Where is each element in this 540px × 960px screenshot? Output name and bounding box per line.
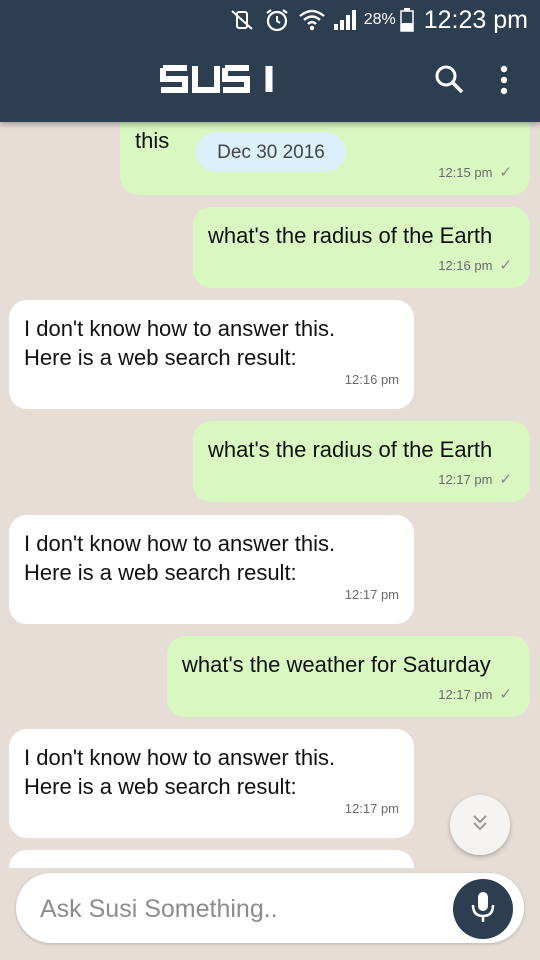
message-time: 12:17 pm [344,587,399,602]
message-input[interactable] [38,873,442,945]
message-time: 12:15 pm [438,165,493,180]
status-time: 12:23 pm [423,5,528,34]
date-chip: Dec 30 2016 [196,132,346,172]
overflow-menu-button[interactable] [492,64,516,96]
signal-icon [332,8,358,32]
user-message[interactable]: what's the radius of the Earth 12:16 pm ✓ [193,207,530,288]
message-text: what's the weather for Saturday [182,652,491,677]
mic-button[interactable] [453,879,513,939]
search-button[interactable] [432,62,468,98]
alarm-icon [264,7,290,33]
message-text: what's the radius of the Earth [208,437,493,462]
user-message[interactable]: this Dec 30 2016 12:15 pm ✓ [120,122,530,195]
more-vert-icon [492,65,516,100]
chevron-double-down-icon [468,811,492,840]
message-text: I don't know how to answer this. Here is… [24,531,336,585]
message-text: I don't know how to answer this. Here is… [24,745,336,799]
message-time: 12:17 pm [438,687,493,702]
user-message[interactable]: what's the radius of the Earth 12:17 pm ✓ [193,421,530,502]
susi-logo [159,62,281,96]
message-time: 12:17 pm [438,472,493,487]
sent-check-icon: ✓ [499,164,512,181]
search-icon [432,65,468,102]
battery-icon [400,8,414,32]
bot-message[interactable]: I don't know how to answer this. Here is… [9,300,414,409]
sent-check-icon: ✓ [499,686,512,703]
user-message[interactable]: what's the weather for Saturday 12:17 pm… [167,636,530,717]
bot-message[interactable]: I don't know how to answer this. Here is… [9,515,414,624]
message-text: I don't know how to answer this. Here is… [24,316,336,370]
chat-history[interactable]: this Dec 30 2016 12:15 pm ✓ what's the ra… [0,122,540,868]
message-time: 12:16 pm [438,258,493,273]
message-text: this [135,128,170,153]
message-time: 12:16 pm [344,372,399,387]
scroll-to-bottom-button[interactable] [450,795,510,855]
mic-icon [470,890,496,929]
sent-check-icon: ✓ [499,471,512,488]
message-time: 12:17 pm [344,801,399,816]
battery-percent: 28% [363,11,396,28]
status-bar: 28% 12:23 pm [0,0,540,40]
message-composer [16,873,524,945]
bot-message[interactable]: I don't know how to answer this. Here is… [9,729,414,838]
wifi-icon [298,8,326,32]
bot-message-partial [9,850,414,868]
app-bar: 28% 12:23 pm [0,0,540,122]
message-text: what's the radius of the Earth [208,223,493,248]
vibrate-off-icon [228,8,256,32]
sent-check-icon: ✓ [499,257,512,274]
